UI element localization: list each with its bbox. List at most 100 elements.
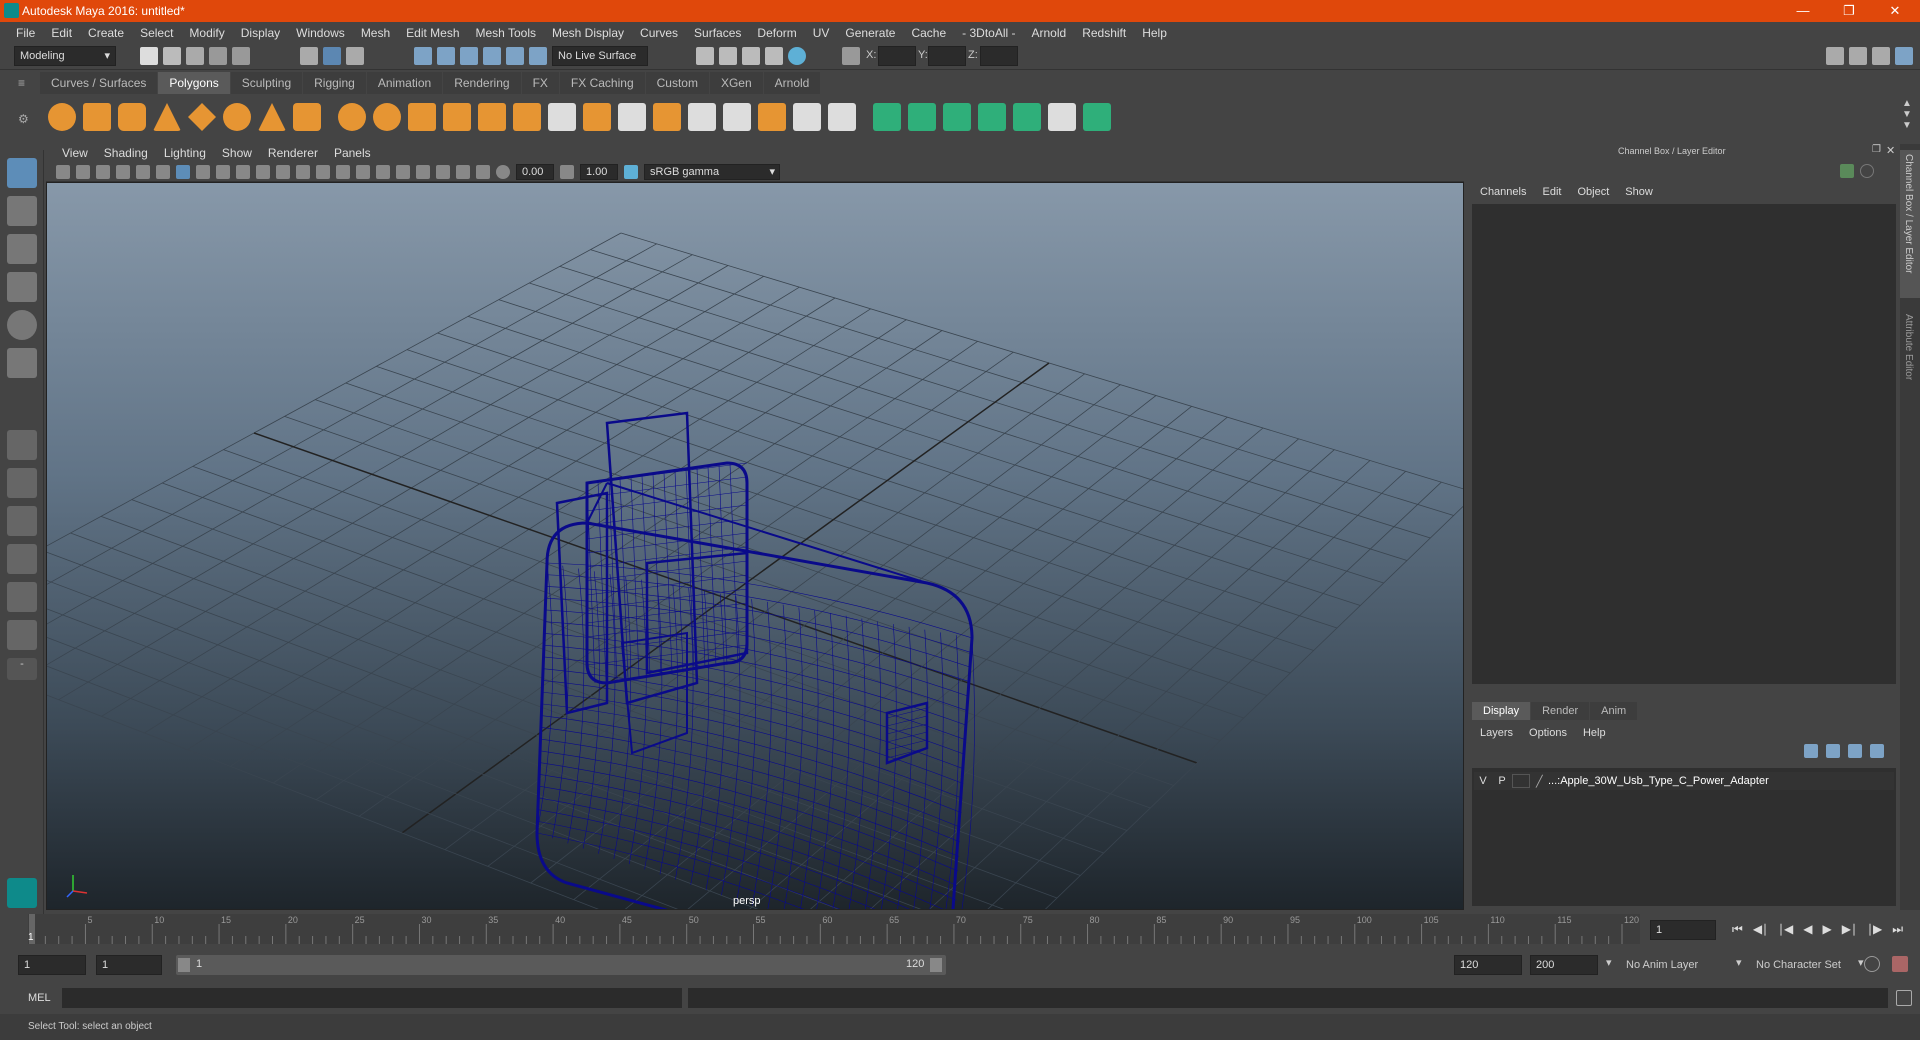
menu-uv[interactable]: UV	[805, 26, 838, 40]
shelf-tab-rigging[interactable]: Rigging	[303, 72, 366, 94]
maya-home-icon[interactable]	[7, 878, 37, 908]
menu-edit[interactable]: Edit	[43, 26, 80, 40]
field-chart-icon[interactable]	[476, 164, 490, 179]
next-key-icon[interactable]: ▶∣	[1842, 922, 1857, 937]
render-settings-icon[interactable]	[765, 47, 783, 65]
mode-dropdown[interactable]: Modeling ▾	[14, 46, 116, 66]
shelf-scroll-arrows-icon[interactable]: ▲ ▼ ▼	[1902, 98, 1912, 131]
grid-toggle-icon[interactable]	[156, 164, 170, 179]
menu-display[interactable]: Display	[233, 26, 288, 40]
viewport-menu-view[interactable]: View	[54, 146, 96, 160]
layer-visibility-toggle[interactable]: V	[1474, 775, 1492, 787]
lasso-tool-icon[interactable]	[7, 196, 37, 226]
close-panel-icon[interactable]: ✕	[1886, 144, 1895, 157]
wireframe-icon[interactable]	[176, 164, 190, 179]
xray-joints-icon[interactable]	[376, 164, 390, 179]
isolate-select-icon[interactable]	[336, 164, 350, 179]
image-plane-icon[interactable]	[116, 164, 130, 179]
layer-playback-toggle[interactable]: P	[1492, 775, 1512, 787]
animation-end-input[interactable]: 200	[1530, 955, 1598, 975]
shelf-tab-arnold[interactable]: Arnold	[763, 72, 821, 94]
film-gate-icon[interactable]	[416, 164, 430, 179]
backface-culling-icon[interactable]	[396, 164, 410, 179]
menu-create[interactable]: Create	[80, 26, 132, 40]
layer-tab-display[interactable]: Display	[1472, 702, 1531, 720]
select-by-component-icon[interactable]	[346, 47, 364, 65]
side-by-side-layout-icon[interactable]	[7, 506, 37, 536]
attribute-editor-toggle-icon[interactable]	[1849, 47, 1867, 65]
viewport-menu-show[interactable]: Show	[214, 146, 260, 160]
combine-icon[interactable]	[338, 103, 366, 131]
channel-box-menu-show[interactable]: Show	[1617, 184, 1661, 200]
layer-menu-options[interactable]: Options	[1521, 724, 1575, 742]
shelf-settings-icon[interactable]: ⚙	[18, 112, 32, 126]
menu-3dtoall[interactable]: - 3DtoAll -	[954, 26, 1023, 40]
layer-tab-anim[interactable]: Anim	[1590, 702, 1638, 720]
scale-tool-icon[interactable]	[7, 348, 37, 378]
shelf-tab-polygons[interactable]: Polygons	[158, 72, 230, 94]
viewport-menu-renderer[interactable]: Renderer	[260, 146, 326, 160]
range-start-handle[interactable]	[178, 958, 190, 972]
bookmark-icon[interactable]	[96, 164, 110, 179]
select-tool-icon[interactable]	[7, 158, 37, 188]
close-button[interactable]: ✕	[1872, 0, 1918, 22]
fill-hole-icon[interactable]	[828, 103, 856, 131]
offset-edge-loop-icon[interactable]	[723, 103, 751, 131]
step-back-icon[interactable]: ◀∣	[1753, 922, 1768, 937]
ambient-occlusion-icon[interactable]	[276, 164, 290, 179]
shelf-menu-icon[interactable]: ≡	[18, 76, 32, 90]
extract-icon[interactable]	[408, 103, 436, 131]
viewport-scene[interactable]	[47, 183, 1464, 910]
manipulator-icon[interactable]	[1840, 164, 1854, 178]
menu-file[interactable]: File	[8, 26, 43, 40]
viewport-menu-shading[interactable]: Shading	[96, 146, 156, 160]
menu-arnold[interactable]: Arnold	[1024, 26, 1075, 40]
shelf-tab-rendering[interactable]: Rendering	[443, 72, 521, 94]
attribute-editor-side-tab[interactable]: Attribute Editor	[1900, 310, 1920, 410]
four-view-layout-icon[interactable]	[7, 468, 37, 498]
shadows-icon[interactable]	[256, 164, 270, 179]
menu-edit-mesh[interactable]: Edit Mesh	[398, 26, 467, 40]
menu-generate[interactable]: Generate	[837, 26, 903, 40]
select-camera-icon[interactable]	[56, 164, 70, 179]
snap-view-plane-icon[interactable]	[483, 47, 501, 65]
bridge-icon[interactable]	[618, 103, 646, 131]
snap-point-icon[interactable]	[460, 47, 478, 65]
shelf-tab-curves-surfaces[interactable]: Curves / Surfaces	[40, 72, 158, 94]
move-layer-down-icon[interactable]	[1826, 744, 1840, 758]
shelf-tab-animation[interactable]: Animation	[366, 72, 443, 94]
time-slider-ticks[interactable]: 5 10 15 20 25 30 35 40 45 50 55 60 65 70 75 80 85 90 95 100…	[28, 914, 1640, 944]
resolution-gate-icon[interactable]	[436, 164, 450, 179]
tool-settings-toggle-icon[interactable]	[1872, 47, 1890, 65]
grease-pencil-icon[interactable]	[136, 164, 150, 179]
transform-mode-icon[interactable]	[842, 47, 860, 65]
bevel-icon[interactable]	[653, 103, 681, 131]
gate-mask-icon[interactable]	[456, 164, 470, 179]
automatic-mapping-icon[interactable]	[978, 103, 1006, 131]
insert-edge-loop-icon[interactable]	[688, 103, 716, 131]
motion-blur-icon[interactable]	[296, 164, 310, 179]
outliner-persp-layout-icon[interactable]	[7, 620, 37, 650]
poly-pipe-icon[interactable]	[293, 103, 321, 131]
go-to-end-icon[interactable]: ⏭	[1892, 922, 1903, 937]
save-scene-icon[interactable]	[186, 47, 204, 65]
snap-surface-icon[interactable]	[529, 47, 547, 65]
redo-icon[interactable]	[232, 47, 250, 65]
poly-sphere-icon[interactable]	[48, 103, 76, 131]
poly-cylinder-icon[interactable]	[118, 103, 146, 131]
uv-editor-icon[interactable]	[1013, 103, 1041, 131]
menu-mesh-display[interactable]: Mesh Display	[544, 26, 632, 40]
mel-label[interactable]: MEL	[28, 992, 51, 1004]
step-forward-icon[interactable]: ∣▶	[1867, 922, 1882, 937]
new-scene-icon[interactable]	[140, 47, 158, 65]
channel-box-toggle-icon[interactable]	[1895, 47, 1913, 65]
menu-select[interactable]: Select	[132, 26, 181, 40]
snap-grid-icon[interactable]	[414, 47, 432, 65]
menu-help[interactable]: Help	[1134, 26, 1175, 40]
move-tool-icon[interactable]	[7, 272, 37, 302]
viewport-menu-lighting[interactable]: Lighting	[156, 146, 214, 160]
viewport-menu-panels[interactable]: Panels	[326, 146, 379, 160]
range-slider[interactable]: 1 120	[176, 955, 946, 975]
menu-modify[interactable]: Modify	[181, 26, 232, 40]
channel-box-menu-edit[interactable]: Edit	[1534, 184, 1569, 200]
